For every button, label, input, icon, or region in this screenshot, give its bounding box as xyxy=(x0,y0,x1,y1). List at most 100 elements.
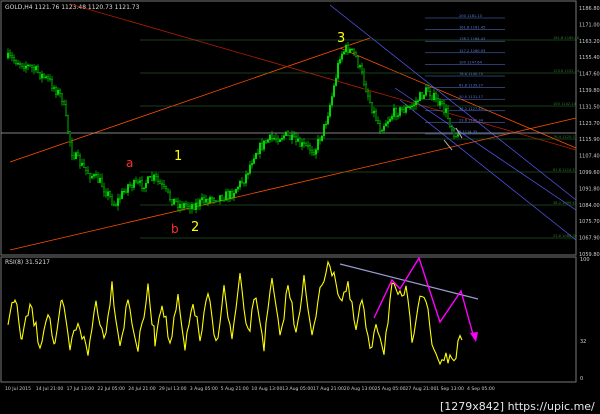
time-tick-label: 5 Aug 21:00 xyxy=(221,386,249,392)
candle-body xyxy=(162,184,165,187)
candle-body xyxy=(126,184,129,193)
candle-body xyxy=(371,101,374,114)
time-tick-label: 13 Aug 05:00 xyxy=(282,386,313,392)
candle-body xyxy=(45,76,48,78)
candle-body xyxy=(397,115,400,117)
candle-body xyxy=(261,142,264,150)
rsi-pane[interactable] xyxy=(0,256,577,383)
candle-body xyxy=(148,176,151,178)
candle-body xyxy=(84,167,87,171)
candle-body xyxy=(196,202,199,207)
candle-body xyxy=(331,96,334,106)
candle-body xyxy=(96,174,99,183)
candle-body xyxy=(257,153,260,155)
time-tick-label: 10 Jul 2015 xyxy=(5,386,31,392)
candle-body xyxy=(259,142,262,154)
candle-body xyxy=(405,106,408,113)
candle-body xyxy=(431,95,434,100)
candle-body xyxy=(39,72,42,79)
candle-body xyxy=(365,83,368,93)
time-axis: 10 Jul 2015 14 Jul 21:00 17 Jul 13:00 22 Ju… xyxy=(5,386,495,392)
trading-chart[interactable]: GOLD,H4 1121.76 1123.48 1120.73 1121.73 … xyxy=(0,0,600,414)
time-tick-label: 29 Jul 13:00 xyxy=(159,386,187,392)
candle-body xyxy=(337,62,340,79)
candle-body xyxy=(234,188,237,194)
candle-body xyxy=(437,97,440,106)
candle-body xyxy=(184,203,187,206)
price-tick-label: 1084.00 xyxy=(579,203,600,209)
time-tick-label: 4 Sep 05:00 xyxy=(467,386,495,392)
candle-body xyxy=(387,121,390,124)
candle-body xyxy=(82,163,85,168)
candle-body xyxy=(287,131,290,136)
candle-body xyxy=(27,64,30,67)
price-tick-label: 1186.80 xyxy=(579,6,600,12)
time-tick-label: 20 Aug 13:00 xyxy=(344,386,375,392)
candle-body xyxy=(427,87,430,92)
candle-body xyxy=(100,177,103,188)
candle-body xyxy=(70,141,73,157)
candle-body xyxy=(182,203,185,209)
candle-body xyxy=(409,106,412,108)
candle-body xyxy=(124,190,127,193)
candle-body xyxy=(455,135,458,138)
candle-body xyxy=(385,123,388,127)
candle-body xyxy=(299,138,302,147)
candle-body xyxy=(399,107,402,116)
candle-body xyxy=(341,53,344,60)
candle-body xyxy=(373,110,376,114)
candle-body xyxy=(108,191,111,197)
candle-body xyxy=(29,64,32,67)
candle-body xyxy=(254,153,257,159)
candle-body xyxy=(220,195,223,201)
candle-body xyxy=(327,116,330,125)
wave-label-b: b xyxy=(171,222,179,236)
candle-body xyxy=(122,190,125,193)
candle-body xyxy=(76,152,79,156)
candle-body xyxy=(447,108,450,119)
candle-body xyxy=(377,120,380,124)
candle-body xyxy=(164,186,167,190)
price-tick-label: 1155.40 xyxy=(579,55,600,61)
candle-body xyxy=(269,134,272,141)
time-tick-label: 24 Jul 21:00 xyxy=(128,386,156,392)
candle-body xyxy=(23,65,26,69)
candle-body xyxy=(381,130,384,132)
candle-body xyxy=(68,131,71,143)
candle-body xyxy=(283,135,286,139)
wave-label-1: 1 xyxy=(174,149,182,164)
candle-body xyxy=(335,77,338,86)
price-tick-label: 1115.90 xyxy=(579,137,600,143)
candle-body xyxy=(329,104,332,117)
candle-body xyxy=(43,73,46,78)
fib-level-label: 50.0 1131.17 xyxy=(459,95,483,99)
candle-body xyxy=(10,55,13,58)
candle-body xyxy=(395,108,398,117)
candle-body xyxy=(156,176,159,182)
candle-body xyxy=(186,204,189,207)
price-pane[interactable] xyxy=(0,0,577,256)
candle-body xyxy=(433,92,436,100)
candle-body xyxy=(449,118,452,127)
price-axis: 1186.80 1171.00 1163.20 1155.40 1147.60 1139.… xyxy=(579,6,600,258)
candle-body xyxy=(275,138,278,140)
candle-body xyxy=(265,140,268,143)
candle-body xyxy=(238,180,241,188)
candle-body xyxy=(224,191,227,201)
candle-body xyxy=(417,100,420,102)
fib-level-label: 23.6 1122.34 xyxy=(459,118,484,122)
candle-body xyxy=(439,101,442,106)
candle-body xyxy=(230,191,233,198)
candle-body xyxy=(413,104,416,107)
price-tick-label: 1171.00 xyxy=(579,22,600,28)
candle-body xyxy=(242,182,245,184)
candle-body xyxy=(106,191,109,196)
candle-body xyxy=(248,164,251,174)
candle-body xyxy=(236,186,239,190)
price-tick-label: 1163.20 xyxy=(579,39,600,45)
candle-body xyxy=(74,152,77,160)
candle-body xyxy=(206,199,209,203)
candle-body xyxy=(411,105,414,108)
candle-body xyxy=(188,206,191,210)
time-tick-label: 1 Sep 13:00 xyxy=(436,386,464,392)
